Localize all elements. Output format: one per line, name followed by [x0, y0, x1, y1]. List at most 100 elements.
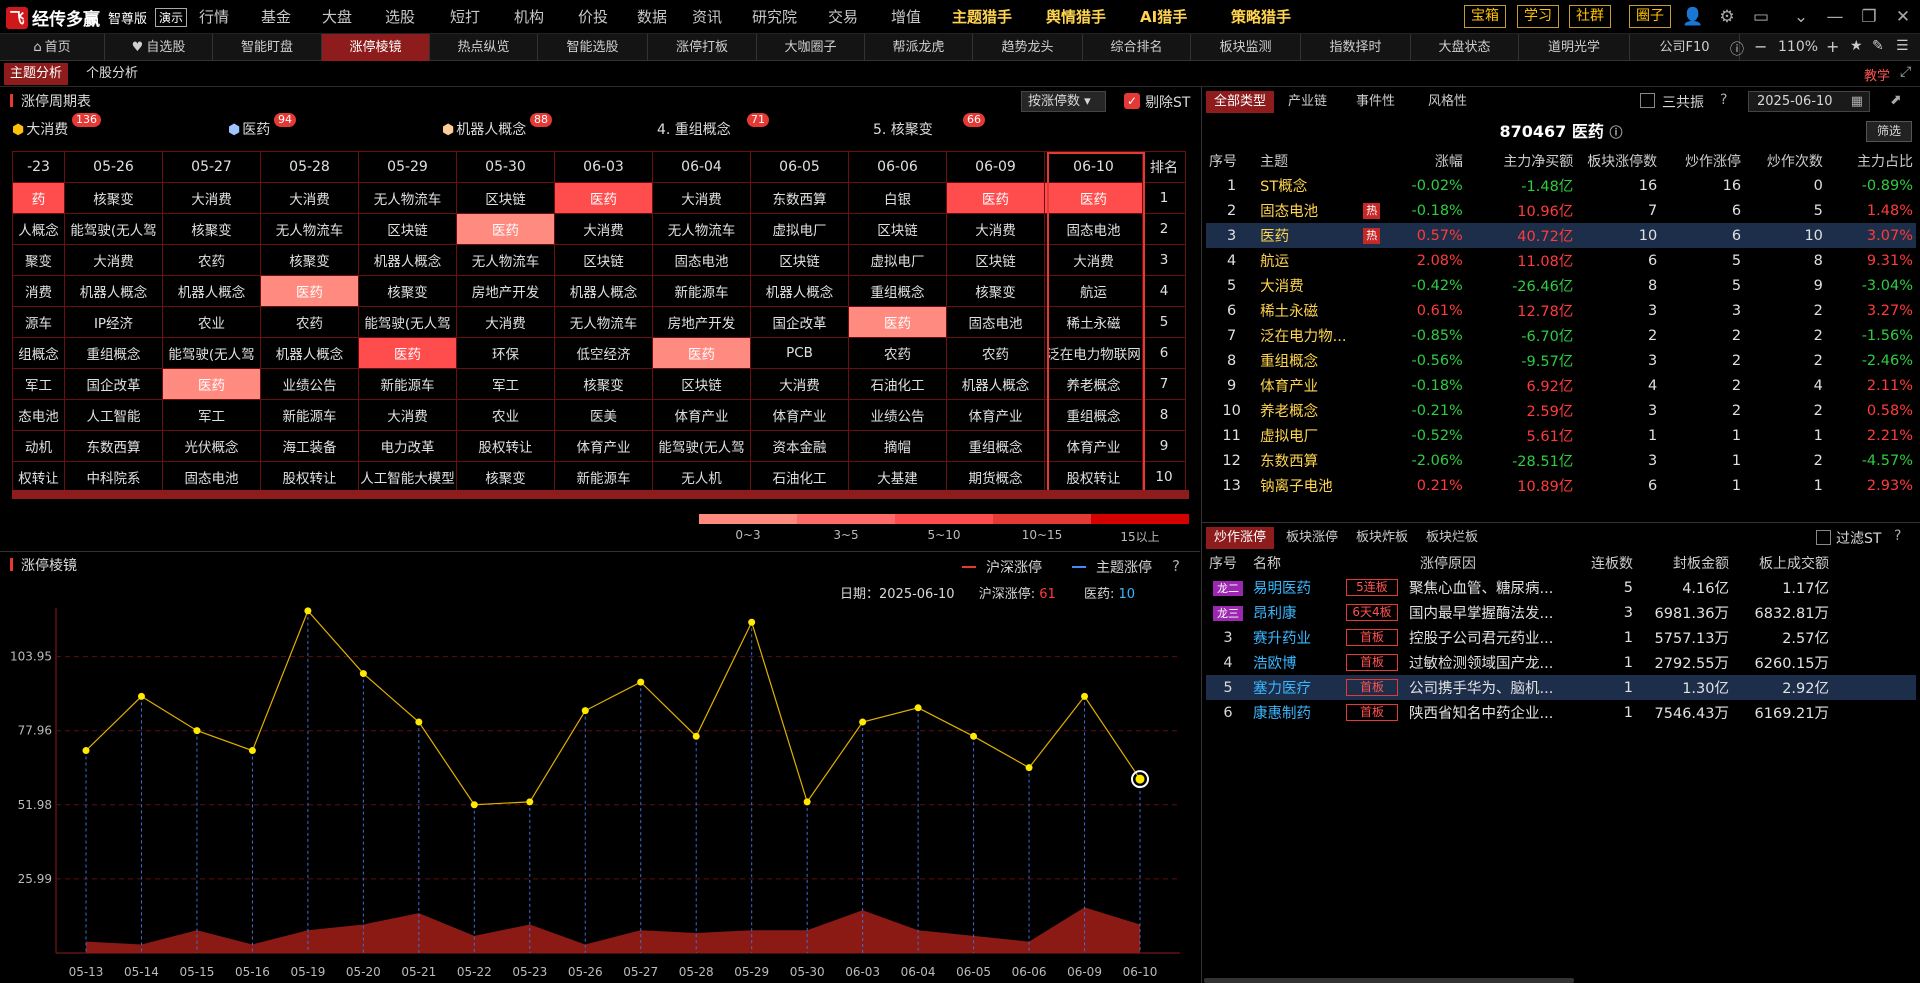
- teach-link[interactable]: 教学: [1864, 65, 1890, 84]
- user-icon[interactable]: 👤: [1682, 6, 1704, 28]
- grid-cell[interactable]: 无人物流车: [358, 182, 457, 214]
- export-icon[interactable]: ⬈: [1890, 92, 1902, 108]
- grid-cell[interactable]: 体育产业: [652, 399, 751, 431]
- grid-cell[interactable]: 农药: [260, 306, 359, 338]
- stock-row[interactable]: 4 浩欧博 首板 过敏检测领域国产龙... 1 2792.55万 6260.15万: [1206, 650, 1916, 675]
- data-point[interactable]: [859, 718, 867, 726]
- stock-name[interactable]: 塞力医疗: [1250, 675, 1338, 700]
- grid-cell[interactable]: 国企改革: [64, 368, 163, 400]
- grid-cell[interactable]: 组概念: [12, 337, 65, 369]
- grid-cell[interactable]: 大消费: [1044, 244, 1143, 276]
- app-logo[interactable]: 飞 经传多赢 智尊版 演示: [6, 5, 188, 30]
- grid-cell[interactable]: 医药: [260, 275, 359, 307]
- menu-item-6[interactable]: 价投: [578, 0, 608, 34]
- tab-9[interactable]: 趋势龙头: [973, 34, 1083, 61]
- grid-cell[interactable]: 机器人概念: [946, 368, 1045, 400]
- grid-cell[interactable]: 新能源车: [652, 275, 751, 307]
- grid-cell[interactable]: 业绩公告: [260, 368, 359, 400]
- grid-cell[interactable]: PCB: [750, 337, 849, 369]
- grid-cell[interactable]: 大消费: [946, 213, 1045, 245]
- grid-cell[interactable]: 重组概念: [1044, 399, 1143, 431]
- data-point[interactable]: [470, 801, 478, 809]
- grid-cell[interactable]: 机器人概念: [260, 337, 359, 369]
- grid-cell[interactable]: 态电池: [12, 399, 65, 431]
- grid-cell[interactable]: 国企改革: [750, 306, 849, 338]
- data-point[interactable]: [748, 618, 756, 626]
- grid-cell[interactable]: 大消费: [64, 244, 163, 276]
- grid-cell[interactable]: 摘帽: [848, 430, 947, 462]
- theme-row[interactable]: 5 大消费 -0.42% -26.46亿 8 5 9 -3.04%: [1206, 273, 1916, 298]
- stock-row[interactable]: 5 塞力医疗 首板 公司携手华为、脑机... 1 1.30亿 2.92亿: [1206, 675, 1916, 700]
- zoom-out-icon[interactable]: −: [1754, 37, 1767, 56]
- stock-tab-2[interactable]: 板块炸板: [1348, 527, 1416, 549]
- grid-cell[interactable]: 大消费: [750, 368, 849, 400]
- column-header[interactable]: 连板数: [1558, 551, 1636, 575]
- filter-button[interactable]: 筛选: [1866, 121, 1912, 142]
- menu-item-9[interactable]: 研究院: [752, 0, 797, 34]
- data-point[interactable]: [970, 732, 978, 740]
- date-header[interactable]: 06-03: [554, 151, 653, 183]
- theme-row[interactable]: 9 体育产业 -0.18% 6.92亿 4 2 4 2.11%: [1206, 373, 1916, 398]
- column-header[interactable]: 板上成交额: [1732, 551, 1832, 575]
- top-button-1[interactable]: 学习: [1517, 5, 1559, 28]
- grid-cell[interactable]: 无人物流车: [260, 213, 359, 245]
- help-icon[interactable]: ?: [1172, 557, 1180, 575]
- tab-15[interactable]: 公司F10: [1630, 34, 1740, 61]
- date-header[interactable]: 05-27: [162, 151, 261, 183]
- grid-cell[interactable]: 医药: [946, 182, 1045, 214]
- grid-cell[interactable]: IP经济: [64, 306, 163, 338]
- grid-cell[interactable]: 股权转让: [1044, 461, 1143, 493]
- grid-cell[interactable]: 机器人概念: [64, 275, 163, 307]
- date-picker[interactable]: 2025-06-10 ▦: [1748, 91, 1870, 112]
- horizontal-scrollbar[interactable]: [1204, 978, 1574, 983]
- grid-cell[interactable]: 区块链: [848, 213, 947, 245]
- theme-type-tab-2[interactable]: 事件性: [1348, 91, 1403, 113]
- date-header[interactable]: 05-29: [358, 151, 457, 183]
- theme-row[interactable]: 2 固态电池 热 -0.18% 10.96亿 7 6 5 1.48%: [1206, 198, 1916, 223]
- grid-cell[interactable]: 股权转让: [456, 430, 555, 462]
- grid-cell[interactable]: 白银: [848, 182, 947, 214]
- date-header[interactable]: 06-05: [750, 151, 849, 183]
- grid-cell[interactable]: 养老概念: [1044, 368, 1143, 400]
- grid-cell[interactable]: 能驾驶(无人驾: [358, 306, 457, 338]
- grid-cell[interactable]: 体育产业: [1044, 430, 1143, 462]
- data-point[interactable]: [692, 732, 700, 740]
- data-point[interactable]: [415, 718, 423, 726]
- theme-row[interactable]: 3 医药热 0.57% 40.72亿 10 6 10 3.07%: [1206, 223, 1916, 248]
- grid-cell[interactable]: 业绩公告: [848, 399, 947, 431]
- grid-cell[interactable]: 机器人概念: [162, 275, 261, 307]
- stock-name[interactable]: 赛升药业: [1250, 625, 1338, 650]
- tab-10[interactable]: 综合排名: [1083, 34, 1191, 61]
- tab-2[interactable]: 智能盯盘: [213, 34, 322, 61]
- category-4[interactable]: 5. 核聚变 66: [873, 113, 985, 141]
- close-icon[interactable]: ✕: [1892, 6, 1914, 28]
- grid-cell[interactable]: 医药: [1044, 182, 1143, 214]
- grid-cell[interactable]: 海工装备: [260, 430, 359, 462]
- stock-name[interactable]: 康惠制药: [1250, 700, 1338, 725]
- stock-name[interactable]: 易明医药: [1250, 575, 1338, 600]
- grid-cell[interactable]: 机器人概念: [358, 244, 457, 276]
- grid-cell[interactable]: 医药: [456, 213, 555, 245]
- grid-cell[interactable]: 无人物流车: [456, 244, 555, 276]
- theme-row[interactable]: 12 东数西算 -2.06% -28.51亿 3 1 2 -4.57%: [1206, 448, 1916, 473]
- menu-item-5[interactable]: 机构: [514, 0, 544, 34]
- stock-row[interactable]: 龙二 易明医药 5连板 聚焦心血管、糖尿病... 5 4.16亿 1.17亿: [1206, 575, 1916, 600]
- grid-cell[interactable]: 新能源车: [554, 461, 653, 493]
- grid-scrollbar[interactable]: [12, 490, 1189, 499]
- grid-cell[interactable]: 医药: [848, 306, 947, 338]
- column-header[interactable]: 涨幅: [1392, 149, 1466, 173]
- theme-row[interactable]: 10 养老概念 -0.21% 2.59亿 3 2 2 0.58%: [1206, 398, 1916, 423]
- grid-cell[interactable]: 区块链: [456, 182, 555, 214]
- menu-item-1[interactable]: 基金: [261, 0, 291, 34]
- tab-8[interactable]: 帮派龙虎: [865, 34, 973, 61]
- data-point[interactable]: [359, 670, 367, 678]
- filter-st-checkbox[interactable]: [1816, 530, 1831, 545]
- grid-cell[interactable]: 航运: [1044, 275, 1143, 307]
- date-header[interactable]: 05-28: [260, 151, 359, 183]
- grid-cell[interactable]: 区块链: [750, 244, 849, 276]
- grid-cell[interactable]: 大消费: [358, 399, 457, 431]
- subtab-stock-analysis[interactable]: 个股分析: [80, 63, 144, 85]
- tab-3[interactable]: 涨停棱镜: [322, 34, 430, 61]
- theme-row[interactable]: 8 重组概念 -0.56% -9.57亿 3 2 2 -2.46%: [1206, 348, 1916, 373]
- grid-cell[interactable]: 区块链: [652, 368, 751, 400]
